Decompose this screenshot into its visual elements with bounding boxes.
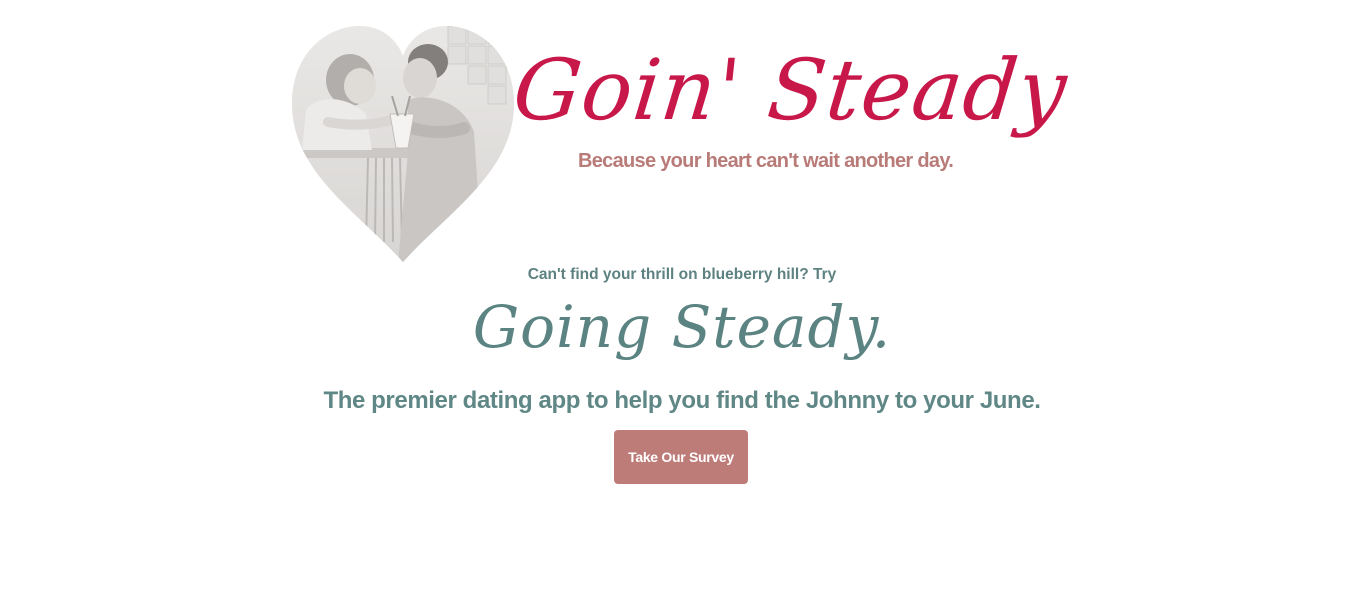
hero-title: Going Steady. [472,293,892,361]
landing-page: Goin' Steady Because your heart can't wa… [0,0,1364,593]
hero-subtitle: The premier dating app to help you find … [323,387,1041,414]
heart-photo-icon [292,26,514,262]
logo-tagline: Because your heart can't wait another da… [578,150,954,172]
header-banner: Goin' Steady Because your heart can't wa… [288,22,1072,267]
take-survey-button[interactable]: Take Our Survey [614,430,748,484]
hero-intro-text: Can't find your thrill on blueberry hill… [527,266,837,283]
logo-title: Goin' Steady [508,41,1072,139]
